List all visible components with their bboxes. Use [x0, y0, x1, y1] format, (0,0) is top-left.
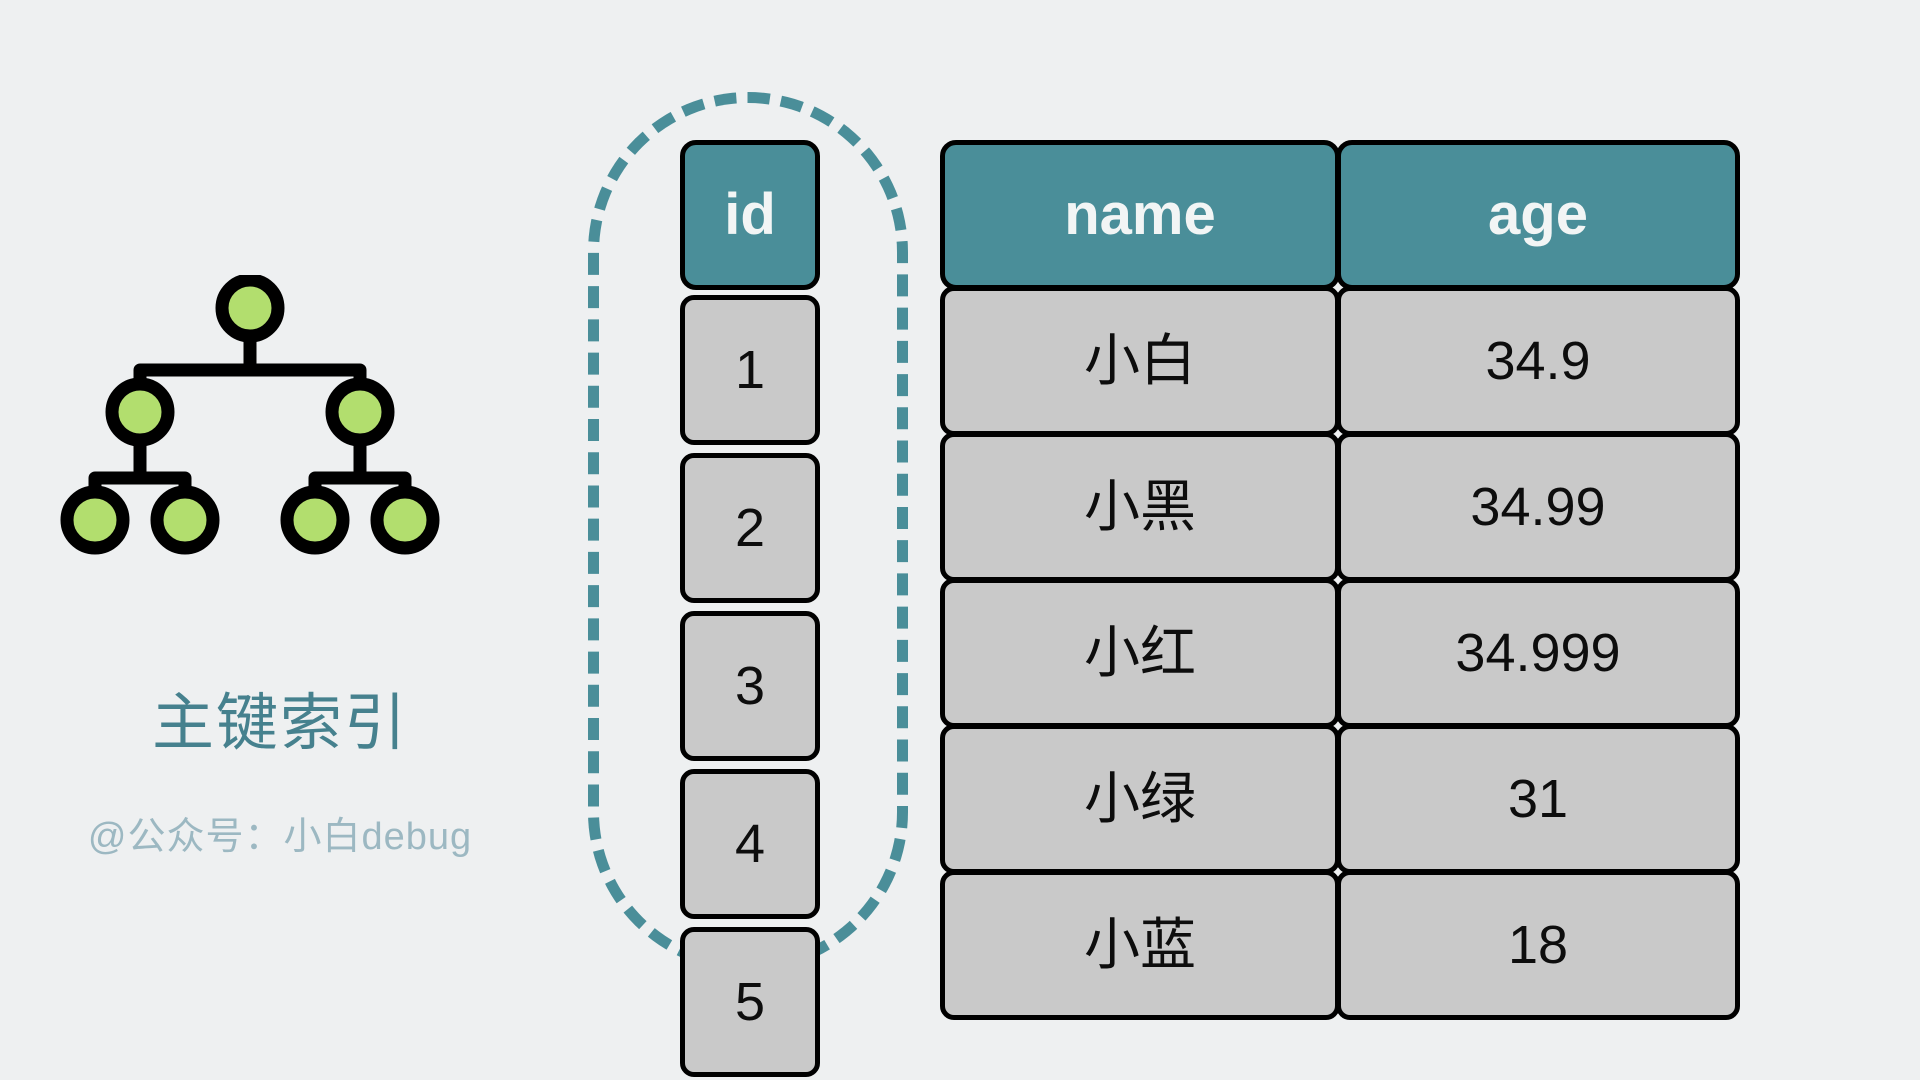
- table-row-name-cell: 小红: [940, 578, 1340, 728]
- tree-node-internal: [105, 377, 175, 447]
- table-row-name-cell: 小绿: [940, 724, 1340, 874]
- id-column-header: id: [680, 140, 820, 290]
- table-row-name-cell: 小黑: [940, 432, 1340, 582]
- tree-node-leaf: [60, 485, 130, 555]
- id-cell: 4: [680, 769, 820, 919]
- tree-node-leaf: [370, 485, 440, 555]
- table-row-age-cell: 34.99: [1336, 432, 1740, 582]
- watermark-credit: @公众号：小白debug: [87, 816, 473, 858]
- tree-node-leaf: [280, 485, 350, 555]
- table-row-age-cell: 34.999: [1336, 578, 1740, 728]
- primary-key-index-panel: 主键索引 @公众号：小白debug: [0, 0, 560, 1080]
- tree-node-leaf: [150, 485, 220, 555]
- index-title: 主键索引: [151, 689, 408, 758]
- table-row-age-cell: 31: [1336, 724, 1740, 874]
- table-row-age-cell: 34.9: [1336, 286, 1740, 436]
- data-table: name age 小白 34.9 小黑 34.99 小红 34.999 小绿 3…: [940, 140, 1740, 1020]
- column-header-age: age: [1336, 140, 1740, 290]
- column-header-name: name: [940, 140, 1340, 290]
- table-row-age-cell: 18: [1336, 870, 1740, 1020]
- id-cell: 5: [680, 927, 820, 1077]
- btree-diagram-icon: [60, 275, 440, 555]
- table-row-name-cell: 小蓝: [940, 870, 1340, 1020]
- id-cell: 2: [680, 453, 820, 603]
- diagram-canvas: 主键索引 @公众号：小白debug id 1 2 3 4 5 name age …: [0, 0, 1920, 1080]
- tree-node-internal: [325, 377, 395, 447]
- id-column: id 1 2 3 4 5: [680, 140, 820, 1077]
- id-cell: 1: [680, 295, 820, 445]
- table-row-name-cell: 小白: [940, 286, 1340, 436]
- id-cell: 3: [680, 611, 820, 761]
- tree-node-root: [215, 275, 285, 343]
